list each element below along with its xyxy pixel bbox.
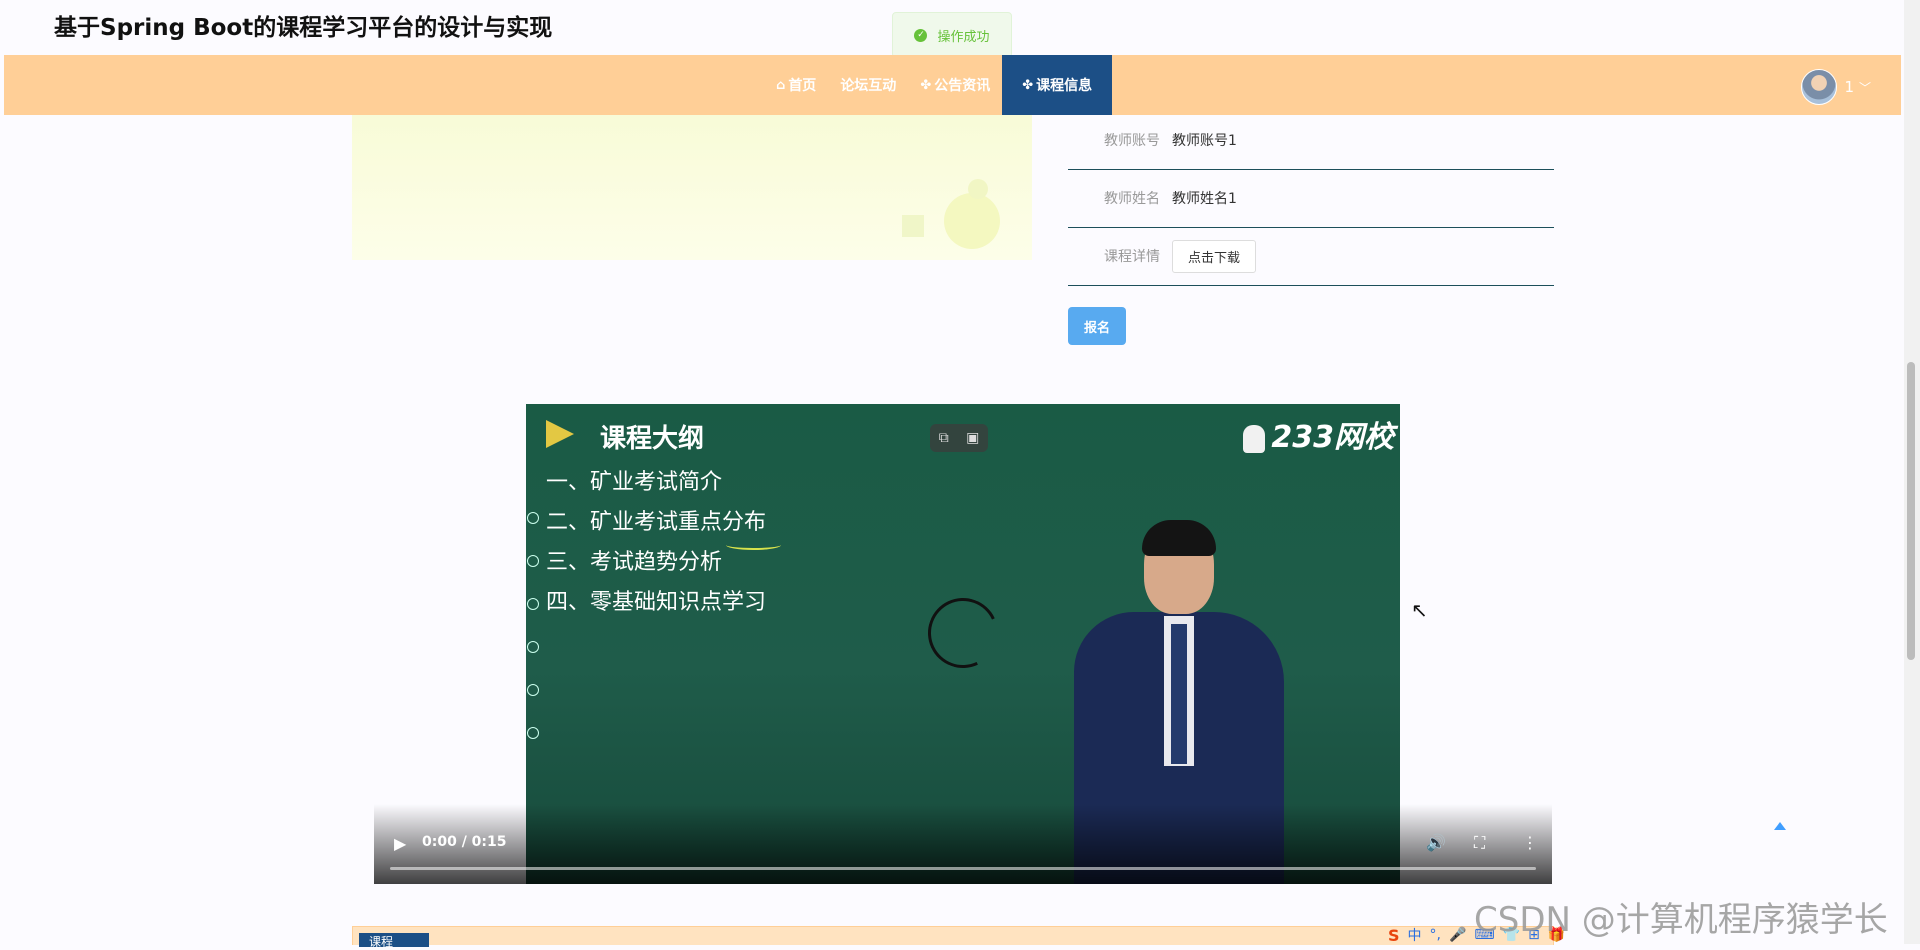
robot-logo-icon xyxy=(1243,424,1266,453)
nav-item-label: 公告资讯 xyxy=(934,78,991,94)
outline-item: 四、零基础知识点学习 xyxy=(546,590,767,615)
outline-item: 二、矿业考试重点分布 xyxy=(546,510,767,535)
microphone-icon[interactable]: 🎤 xyxy=(1449,927,1466,943)
grid-icon: ✤ xyxy=(920,77,932,93)
signup-button[interactable]: 报名 xyxy=(1068,307,1126,345)
nav-menu: ⌂ 首页 论坛互动 ✤ 公告资讯 ✤ 课程信息 xyxy=(764,55,1113,115)
nav-item-news[interactable]: ✤ 公告资讯 xyxy=(908,55,1002,115)
success-toast: ✓ 操作成功 xyxy=(892,12,1012,58)
fullscreen-icon[interactable]: ⛶ xyxy=(1474,833,1485,853)
field-label: 课程详情 xyxy=(1104,249,1160,265)
pip-icon[interactable]: ⧉ xyxy=(939,430,949,446)
check-icon: ✓ xyxy=(914,28,928,42)
course-detail-row: 课程详情 点击下载 xyxy=(1068,227,1554,286)
nav-item-label: 课程信息 xyxy=(1036,78,1093,94)
user-menu[interactable]: 1 ﹀ xyxy=(1801,69,1871,105)
top-nav: ⌂ 首页 论坛互动 ✤ 公告资讯 ✤ 课程信息 1 ﹀ xyxy=(4,55,1901,115)
grid-icon: ✤ xyxy=(1022,77,1034,93)
video-player[interactable]: 课程大纲 一、矿业考试简介 二、矿业考试重点分布 三、考试趋势分析 四、零基础知… xyxy=(374,404,1552,884)
ime-punctuation-icon[interactable]: °, xyxy=(1430,927,1441,943)
field-value: 教师账号1 xyxy=(1172,133,1237,149)
toast-text: 操作成功 xyxy=(937,29,990,45)
watermark: CSDN @计算机程序猿学长 xyxy=(1474,900,1888,940)
pip-controls[interactable]: ⧉ ▣ xyxy=(930,424,988,452)
loading-spinner-icon xyxy=(918,588,1008,678)
avatar[interactable] xyxy=(1801,69,1838,105)
site-title: 基于Spring Boot的课程学习平台的设计与实现 xyxy=(54,15,553,41)
field-value: 教师姓名1 xyxy=(1172,191,1237,207)
field-label: 教师姓名 xyxy=(1104,191,1160,207)
tab-course[interactable]: 课程 xyxy=(359,933,429,949)
nav-item-label: 论坛互动 xyxy=(840,78,897,94)
download-button[interactable]: 点击下载 xyxy=(1172,239,1257,273)
outline-item: 一、矿业考试简介 xyxy=(546,470,723,495)
nav-item-label: 首页 xyxy=(788,78,817,94)
nav-item-forum[interactable]: 论坛互动 xyxy=(828,55,908,115)
volume-icon[interactable]: 🔊 xyxy=(1426,833,1446,852)
screenshot-icon[interactable]: ▣ xyxy=(966,430,979,446)
sogou-icon[interactable]: S xyxy=(1388,926,1400,945)
slide-side-icons xyxy=(526,512,540,770)
nav-item-home[interactable]: ⌂ 首页 xyxy=(764,55,828,115)
video-time: 0:00 / 0:15 xyxy=(422,834,507,850)
slide-arrow-icon xyxy=(546,420,574,448)
video-progress-bar[interactable] xyxy=(390,867,1536,870)
user-name: 1 xyxy=(1844,78,1854,96)
scrollbar-thumb[interactable] xyxy=(1907,362,1915,660)
teacher-account-row: 教师账号 教师账号1 xyxy=(1068,111,1554,170)
ime-chinese-mode[interactable]: 中 xyxy=(1408,925,1422,945)
teacher-name-row: 教师姓名 教师姓名1 xyxy=(1068,169,1554,228)
course-cover-image xyxy=(352,115,1032,260)
outline-item: 三、考试趋势分析 xyxy=(546,550,723,575)
slide-title: 课程大纲 xyxy=(600,424,705,454)
video-controls: ▶ 0:00 / 0:15 🔊 ⛶ ⋮ xyxy=(374,804,1552,884)
play-icon[interactable]: ▶ xyxy=(394,834,406,853)
more-options-icon[interactable]: ⋮ xyxy=(1522,833,1538,852)
chevron-down-icon[interactable]: ﹀ xyxy=(1859,79,1871,96)
nav-item-course[interactable]: ✤ 课程信息 xyxy=(1002,55,1113,115)
video-logo: 233网校 xyxy=(1243,412,1394,456)
home-icon: ⌂ xyxy=(776,77,786,93)
back-to-top-icon[interactable] xyxy=(1774,822,1786,830)
course-tabs-section: 课程 xyxy=(352,926,1554,949)
field-label: 教师账号 xyxy=(1104,133,1160,149)
mouse-cursor-icon: ↖ xyxy=(1411,598,1428,622)
